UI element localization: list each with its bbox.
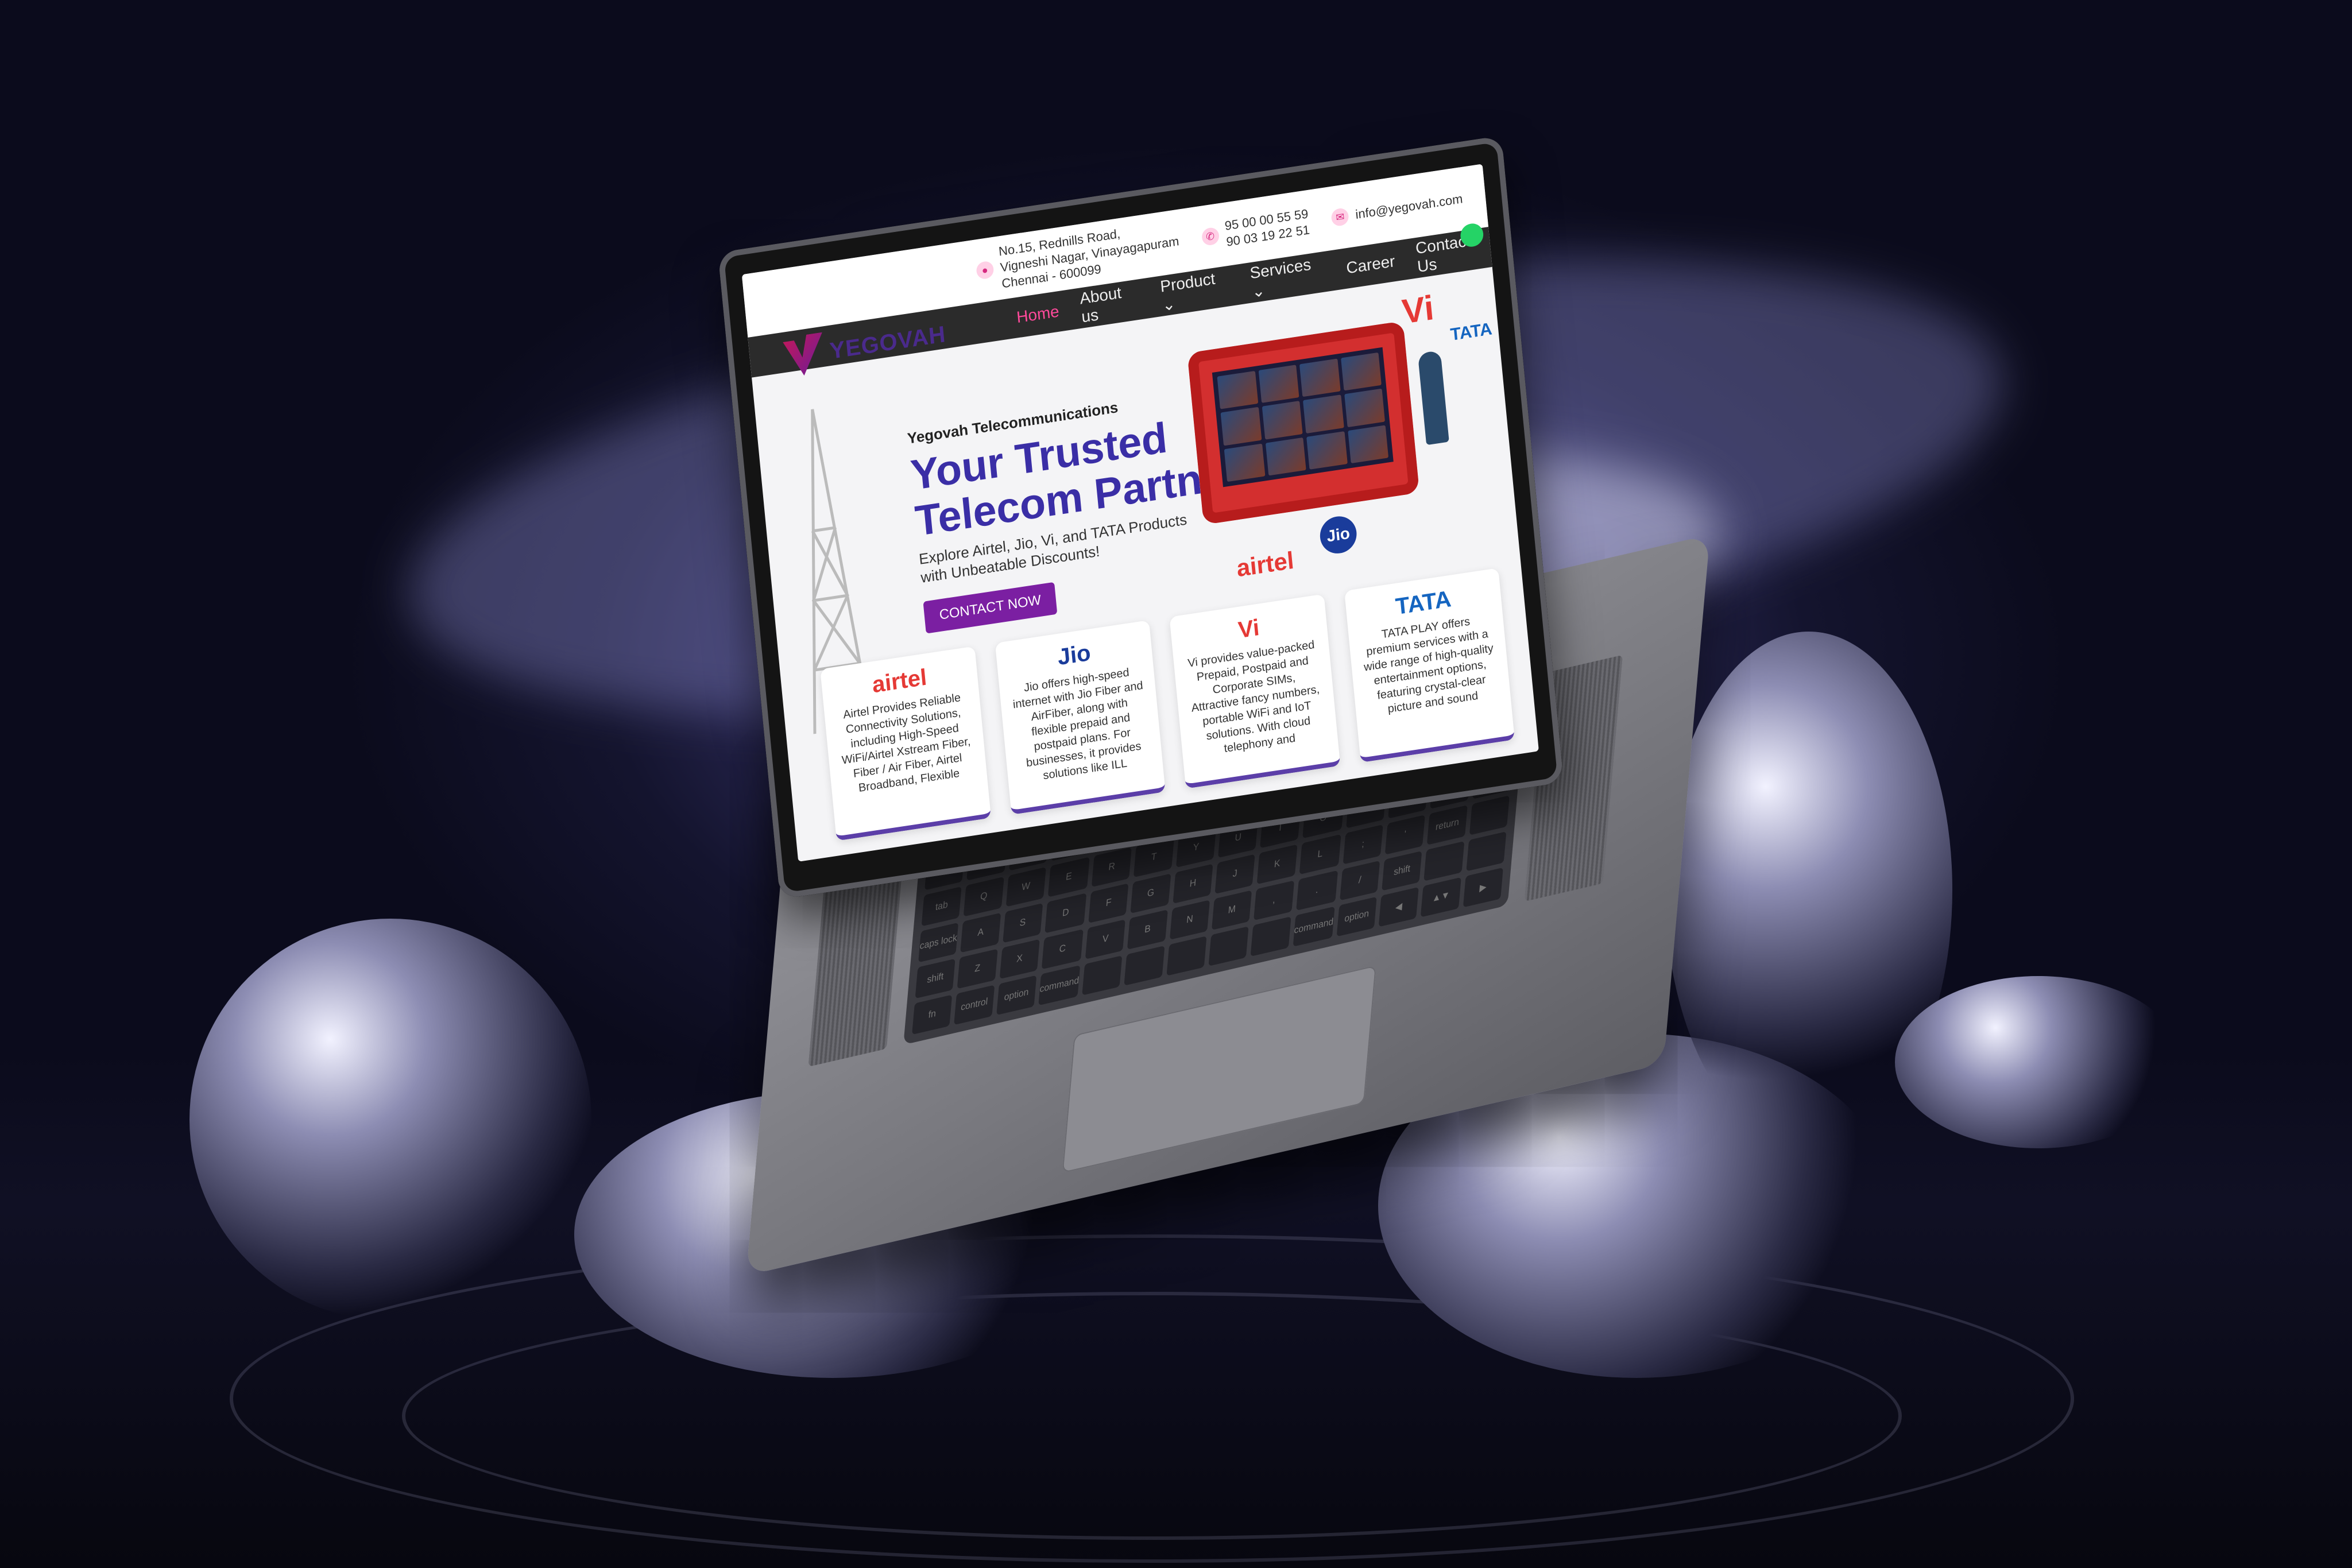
keyboard-key[interactable]: G xyxy=(1130,873,1171,914)
thumbnail xyxy=(1224,443,1265,482)
keyboard-key[interactable]: Q xyxy=(963,876,1004,917)
nav-services[interactable]: Services ⌄ xyxy=(1249,253,1326,301)
keyboard-key[interactable]: J xyxy=(1214,854,1255,895)
keyboard-key[interactable]: A xyxy=(960,912,1001,953)
keyboard-key[interactable]: ; xyxy=(1343,824,1383,865)
keyboard-key[interactable]: K xyxy=(1256,844,1298,885)
keyboard-key[interactable] xyxy=(1124,946,1165,986)
keyboard-key[interactable]: fn xyxy=(912,994,953,1035)
keyboard-key[interactable]: B xyxy=(1127,909,1168,950)
nav-product[interactable]: Product ⌄ xyxy=(1159,268,1231,315)
tv-illustration xyxy=(1187,320,1420,525)
thumbnail xyxy=(1340,352,1382,391)
keyboard-key[interactable]: M xyxy=(1212,890,1252,930)
water-splash xyxy=(189,919,591,1321)
card-text: Vi provides value-packed Prepaid, Postpa… xyxy=(1187,638,1321,756)
nav-home[interactable]: Home xyxy=(1016,302,1060,327)
keyboard-key[interactable]: option xyxy=(1336,896,1377,937)
email-link[interactable]: info@yegovah.com xyxy=(1355,191,1463,223)
card-vi[interactable]: Vi Vi provides value-packed Prepaid, Post… xyxy=(1169,594,1340,789)
keyboard-key[interactable]: command xyxy=(1293,906,1335,947)
card-text: Jio offers high-speed internet with Jio … xyxy=(1012,666,1144,783)
tata-logo: TATA xyxy=(1449,319,1493,344)
nav-about[interactable]: About us xyxy=(1079,281,1142,326)
keyboard-key[interactable]: command xyxy=(1038,965,1081,1006)
jio-logo: Jio xyxy=(1318,514,1359,556)
email: ✉ info@yegovah.com xyxy=(1330,190,1464,227)
card-text: Airtel Provides Reliable Connectivity So… xyxy=(841,691,972,795)
thumbnail xyxy=(1217,371,1258,409)
contact-now-button[interactable]: CONTACT NOW xyxy=(923,582,1058,634)
card-tata[interactable]: TATA TATA PLAY offers premium services wi… xyxy=(1344,568,1515,763)
keyboard-key[interactable]: N xyxy=(1169,900,1210,940)
keyboard-key[interactable] xyxy=(1082,955,1123,996)
keyboard-key[interactable]: R xyxy=(1091,847,1132,888)
chevron-down-icon: ⌄ xyxy=(1161,294,1177,315)
person-illustration xyxy=(1417,350,1449,446)
keyboard-key[interactable]: Z xyxy=(957,948,998,989)
card-airtel[interactable]: airtel Airtel Provides Reliable Connectiv… xyxy=(820,646,991,841)
keyboard-key[interactable]: V xyxy=(1085,919,1126,959)
keyboard-key[interactable]: control xyxy=(954,985,995,1025)
keyboard-key[interactable]: . xyxy=(1295,870,1338,911)
keyboard-key[interactable]: H xyxy=(1173,864,1213,904)
keyboard-key[interactable]: ◀ xyxy=(1378,886,1419,927)
keyboard-key[interactable]: S xyxy=(1002,903,1043,943)
keyboard-key[interactable]: ' xyxy=(1384,815,1426,855)
keyboard-key[interactable]: X xyxy=(999,939,1040,979)
thumbnail xyxy=(1299,358,1341,397)
keyboard-key[interactable] xyxy=(1250,916,1291,957)
phones: ✆ 95 00 00 55 59 90 03 19 22 51 xyxy=(1200,206,1310,254)
chevron-down-icon: ⌄ xyxy=(1251,281,1266,301)
location-icon: ● xyxy=(975,260,995,280)
keyboard-key[interactable]: shift xyxy=(915,958,956,999)
thumbnail xyxy=(1265,437,1306,476)
keyboard-key[interactable]: / xyxy=(1339,860,1380,901)
thumbnail xyxy=(1303,394,1344,433)
mail-icon: ✉ xyxy=(1330,207,1350,227)
card-text: TATA PLAY offers premium services with a… xyxy=(1363,615,1494,716)
keyboard-key[interactable]: D xyxy=(1045,893,1087,934)
laptop-lid: ● No.15, Rednills Road, Vigneshi Nagar, V… xyxy=(718,135,1564,900)
keyboard-key[interactable]: ▶ xyxy=(1463,867,1503,908)
keyboard-key[interactable]: W xyxy=(1005,867,1046,907)
water-splash xyxy=(1895,976,2182,1148)
thumbnail xyxy=(1347,425,1389,464)
keyboard-key[interactable]: ▲▼ xyxy=(1421,877,1461,917)
thumbnail xyxy=(1258,365,1299,404)
keyboard-key[interactable] xyxy=(1166,936,1207,976)
keyboard-key[interactable] xyxy=(1423,841,1465,881)
keyboard-key[interactable]: , xyxy=(1254,880,1294,921)
laptop-screen: ● No.15, Rednills Road, Vigneshi Nagar, V… xyxy=(741,164,1539,862)
phone-icon: ✆ xyxy=(1201,226,1220,247)
keyboard-key[interactable] xyxy=(1208,926,1249,966)
keyboard-key[interactable]: option xyxy=(996,975,1037,1016)
nav-career[interactable]: Career xyxy=(1345,252,1396,278)
keyboard-key[interactable]: E xyxy=(1047,857,1090,897)
tv-screen-thumbnails xyxy=(1212,347,1394,487)
keyboard-key[interactable]: F xyxy=(1088,883,1129,923)
airtel-logo: airtel xyxy=(1235,546,1295,582)
keyboard-key[interactable]: tab xyxy=(921,886,962,927)
thumbnail xyxy=(1344,388,1385,427)
keyboard-key[interactable]: C xyxy=(1041,929,1084,970)
keyboard-key[interactable]: caps lock xyxy=(918,922,959,963)
keyboard-key[interactable]: shift xyxy=(1382,850,1422,891)
logo-mark-icon xyxy=(783,332,826,378)
keyboard-key[interactable]: L xyxy=(1299,834,1341,875)
thumbnail xyxy=(1306,431,1348,470)
keyboard-key[interactable]: return xyxy=(1427,805,1468,845)
vi-logo: Vi xyxy=(1400,288,1436,331)
thumbnail xyxy=(1220,407,1262,446)
thumbnail xyxy=(1262,401,1303,440)
keyboard-key[interactable] xyxy=(1469,795,1510,835)
card-jio[interactable]: Jio Jio offers high-speed internet with J… xyxy=(995,620,1166,815)
keyboard-key[interactable] xyxy=(1466,831,1507,872)
